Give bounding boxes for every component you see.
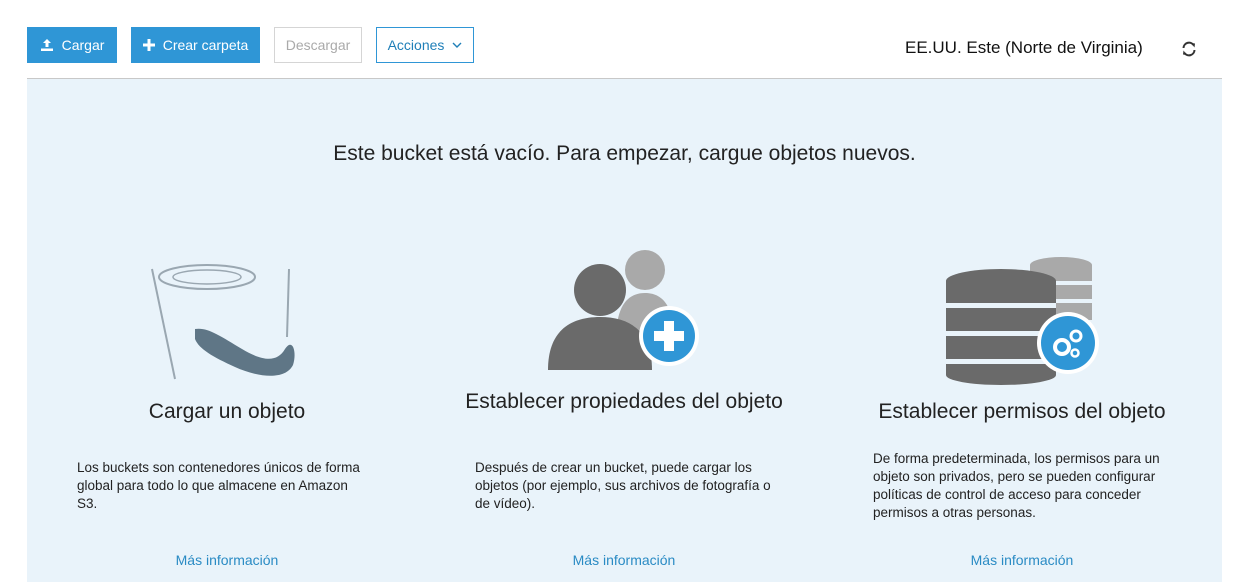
users-add-icon	[548, 245, 703, 380]
download-label: Descargar	[285, 37, 351, 53]
upload-label: Cargar	[61, 37, 105, 53]
download-button[interactable]: Descargar	[274, 27, 362, 63]
create-folder-label: Crear carpeta	[162, 37, 249, 53]
database-settings-icon	[946, 255, 1106, 390]
actions-dropdown[interactable]: Acciones	[376, 27, 474, 63]
learn-more-link[interactable]: Más información	[822, 552, 1222, 568]
bucket-icon	[147, 257, 307, 387]
region-label: EE.UU. Este (Norte de Virginia)	[905, 38, 1143, 57]
chevron-down-icon	[452, 42, 462, 48]
actions-label: Acciones	[387, 37, 445, 53]
feature-description: Después de crear un bucket, puede cargar…	[475, 460, 771, 511]
feature-description: Los buckets son contenedores únicos de f…	[77, 460, 360, 511]
toolbar: Cargar Crear carpeta Descargar Acciones …	[0, 0, 1244, 78]
empty-bucket-panel: Este bucket está vacío. Para empezar, ca…	[27, 79, 1222, 582]
feature-description: De forma predeterminada, los permisos pa…	[873, 451, 1160, 520]
upload-button[interactable]: Cargar	[27, 27, 117, 63]
learn-more-link[interactable]: Más información	[424, 552, 824, 568]
refresh-icon[interactable]	[1180, 40, 1198, 58]
feature-title: Establecer propiedades del objeto	[465, 390, 783, 413]
create-folder-button[interactable]: Crear carpeta	[131, 27, 260, 63]
feature-title: Cargar un objeto	[148, 400, 306, 423]
upload-icon	[40, 38, 54, 52]
feature-title: Establecer permisos del objeto	[878, 400, 1166, 423]
plus-icon	[142, 39, 155, 51]
empty-message: Este bucket está vacío. Para empezar, ca…	[333, 142, 916, 165]
learn-more-link[interactable]: Más información	[27, 552, 427, 568]
